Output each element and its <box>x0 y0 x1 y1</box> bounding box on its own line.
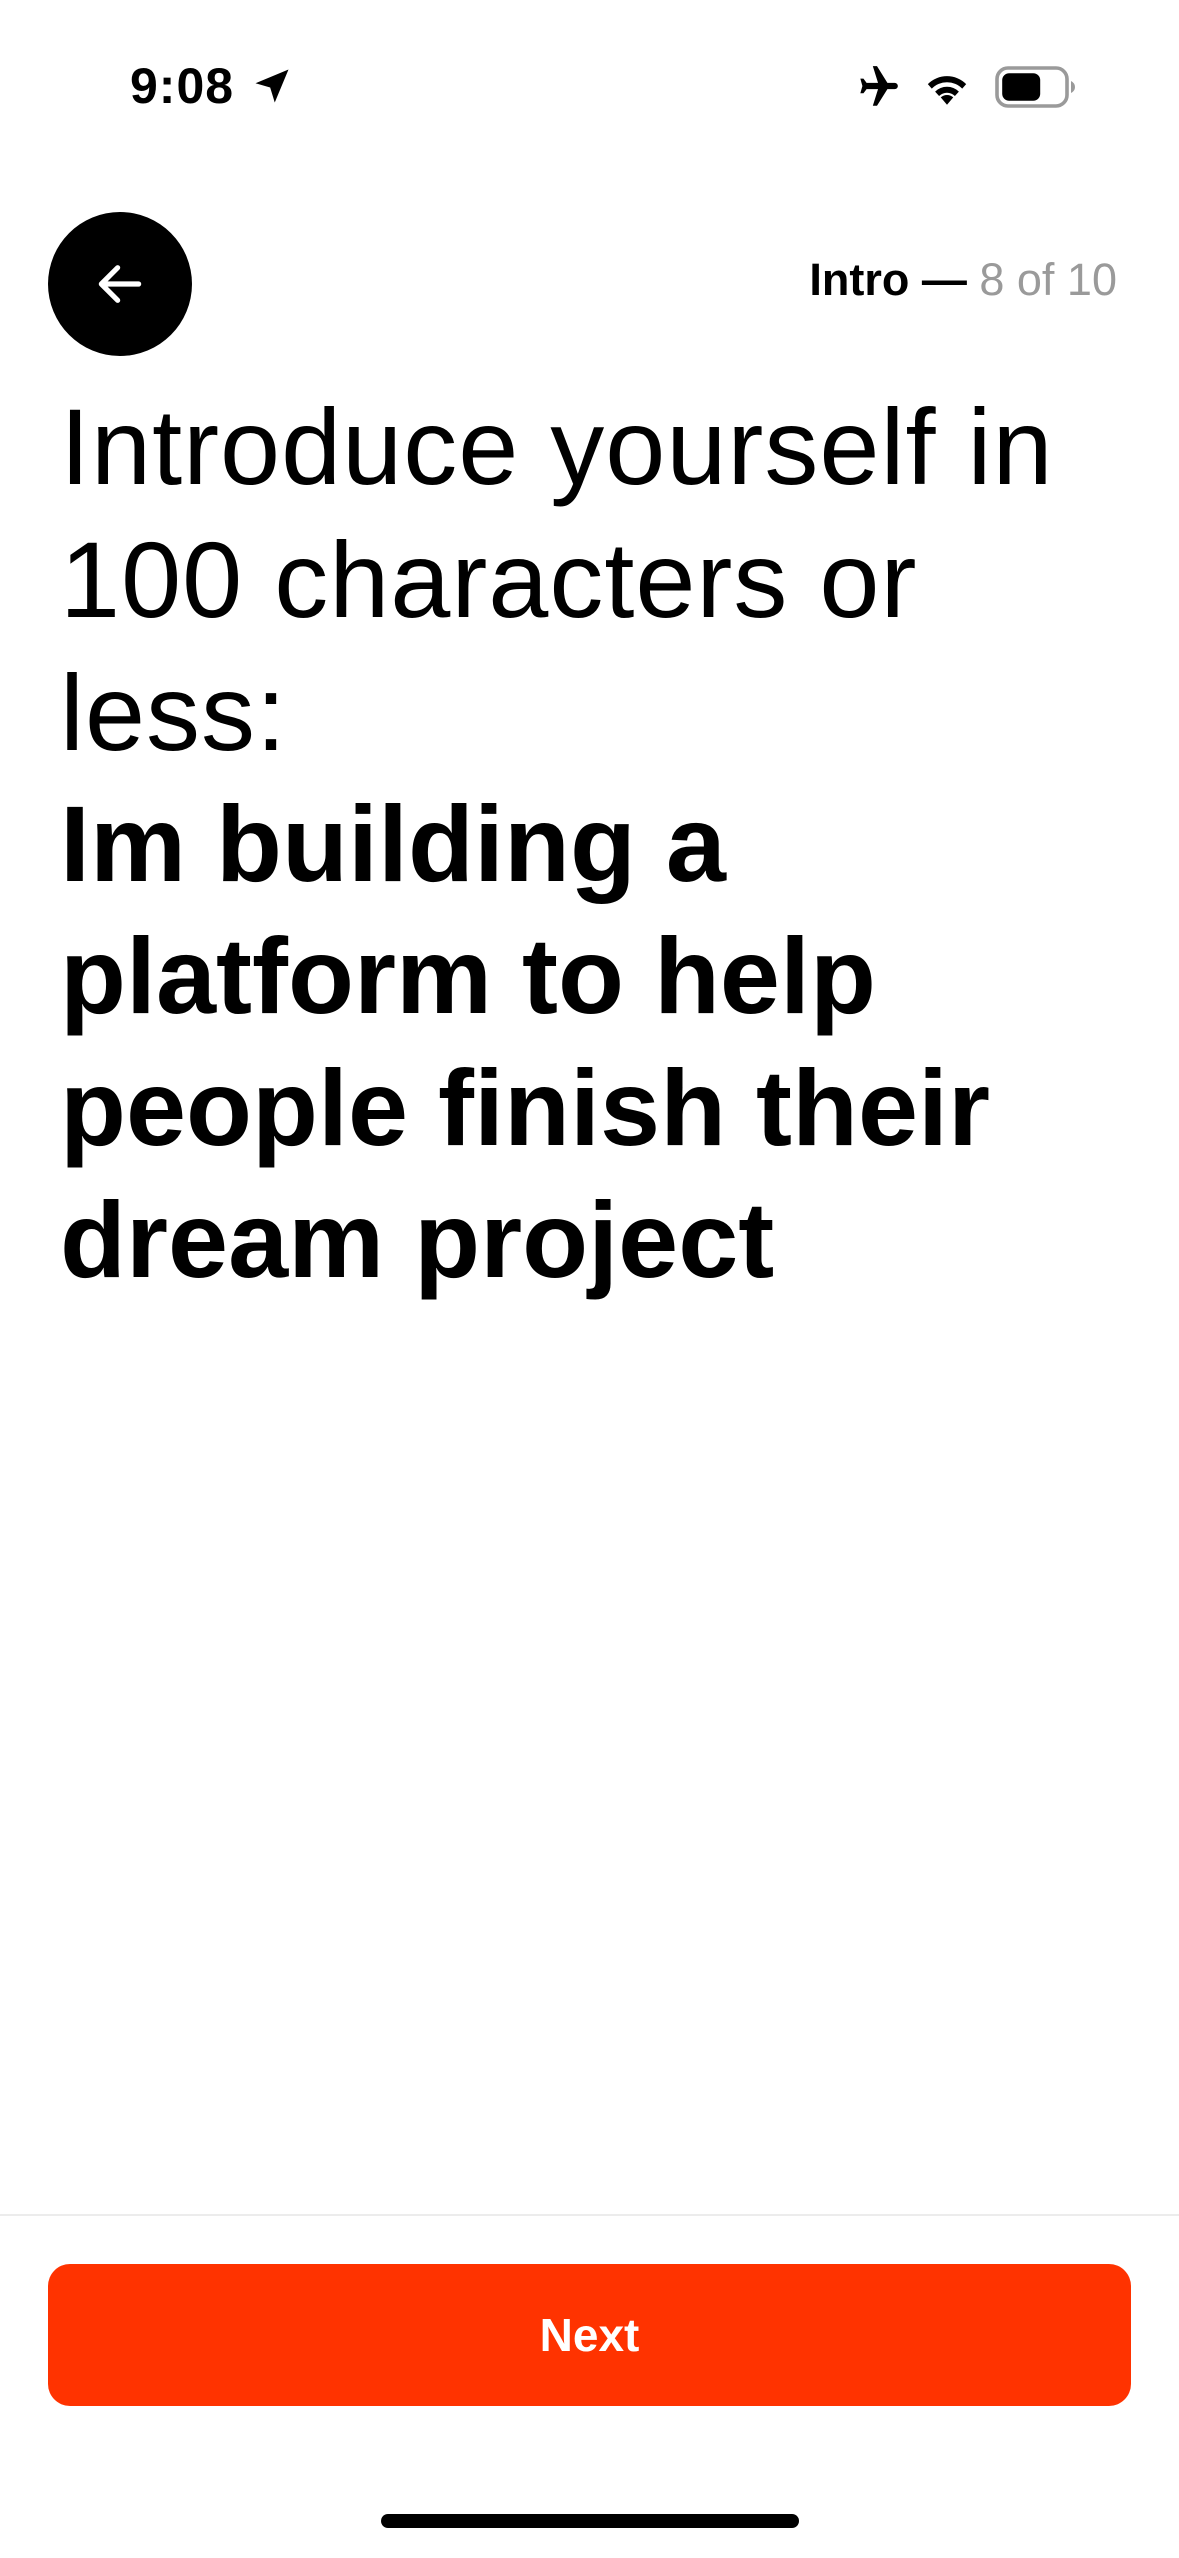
wifi-icon <box>927 76 967 105</box>
separator: — <box>909 254 980 305</box>
question-text: Introduce yourself in 100 characters or … <box>60 386 1054 773</box>
section-label: Intro <box>809 254 910 305</box>
arrow-left-icon <box>98 265 142 303</box>
location-arrow-icon <box>255 69 289 103</box>
home-indicator[interactable] <box>381 2514 799 2528</box>
step-counter: 8 of 10 <box>979 254 1117 305</box>
status-bar: 9:08 <box>0 0 1179 150</box>
airplane-icon <box>860 66 898 106</box>
answer-text[interactable]: Im building a platform to help people fi… <box>60 778 1150 1306</box>
battery-icon <box>995 66 1075 108</box>
status-time: 9:08 <box>130 58 235 114</box>
back-button[interactable] <box>48 212 192 356</box>
next-button[interactable]: Next <box>48 2264 1131 2406</box>
progress-indicator: Intro — 8 of 10 <box>809 250 1117 310</box>
